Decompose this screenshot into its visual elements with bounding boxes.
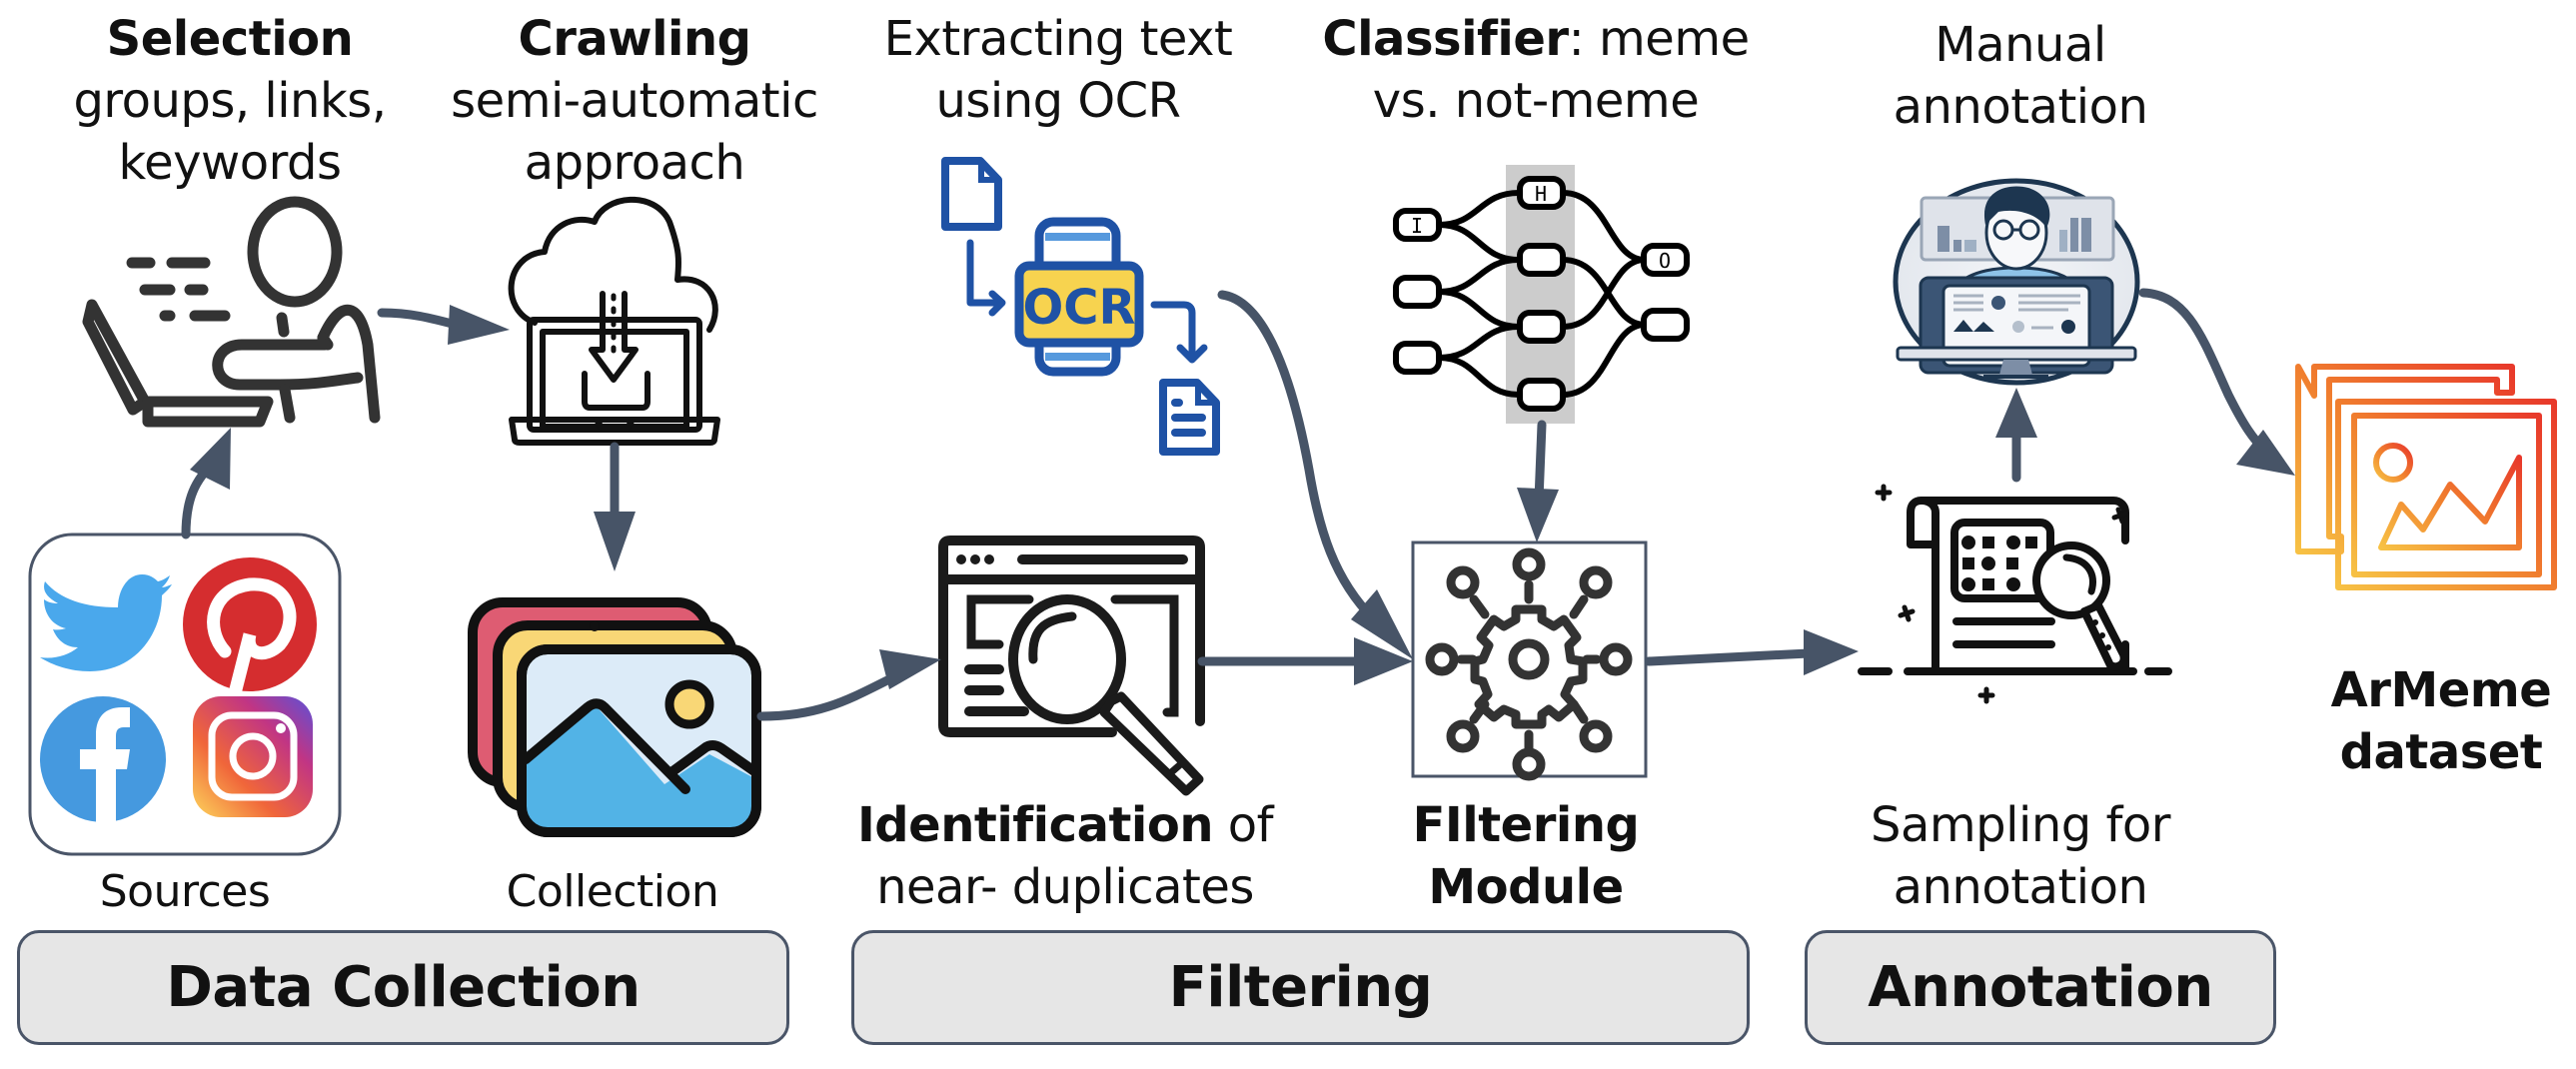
section-annotation-label: Annotation xyxy=(1868,955,2213,1020)
arrow-classifier-to-filtering xyxy=(1517,420,1559,542)
classifier-desc-line1: : meme xyxy=(1568,11,1751,67)
classifier-label: Classifier: meme vs. not-meme xyxy=(1322,8,1751,132)
arrow-sources-to-selection xyxy=(181,428,231,539)
annotator-at-computer-icon xyxy=(1893,178,2140,386)
sampling-line1: Sampling for xyxy=(1871,797,2170,853)
arrow-selection-to-crawling xyxy=(377,305,510,345)
document-magnifier-icon xyxy=(1858,484,2172,704)
nn-hidden-label: H xyxy=(1535,182,1547,206)
arrow-crawling-to-collection xyxy=(594,442,636,571)
near-duplicates-title-rest: of xyxy=(1213,797,1274,853)
manual-annotation-line2: annotation xyxy=(1893,79,2148,135)
selection-desc-line2: keywords xyxy=(118,135,342,191)
near-duplicates-title: Identification xyxy=(856,797,1214,853)
filtering-module-line1: FIltering xyxy=(1412,797,1640,853)
section-filtering-label: Filtering xyxy=(1168,955,1433,1020)
facebook-icon xyxy=(40,696,166,822)
stacked-images-icon xyxy=(468,597,761,837)
dataset-line1: ArMeme xyxy=(2330,662,2552,718)
near-duplicates-label: Identification of near- duplicates xyxy=(856,794,1274,918)
selection-label: Selection groups, links, keywords xyxy=(73,8,387,194)
sampling-line2: annotation xyxy=(1893,859,2148,915)
nn-input-label: I xyxy=(1411,214,1423,238)
sources-box xyxy=(28,533,342,856)
near-duplicates-line2: near- duplicates xyxy=(876,859,1254,915)
crawling-title: Crawling xyxy=(518,11,751,67)
image-stack-gradient-icon xyxy=(2295,364,2557,590)
filtering-module-label: FIltering Module xyxy=(1413,794,1640,918)
pipeline-diagram: OCR I H O xyxy=(28,157,2557,856)
ocr-line1: Extracting text xyxy=(883,11,1233,67)
selection-desc-line1: groups, links, xyxy=(73,73,387,129)
arrow-manual-to-dataset xyxy=(2138,288,2295,476)
pinterest-icon xyxy=(183,557,317,696)
nn-output-label: O xyxy=(1659,249,1671,273)
crawling-label: Crawling semi-automatic approach xyxy=(451,8,818,194)
browser-magnifier-icon xyxy=(938,535,1205,796)
ocr-line2: using OCR xyxy=(935,73,1181,129)
sources-label: Sources xyxy=(99,866,271,917)
cloud-download-laptop-icon xyxy=(508,196,720,446)
ocr-icon-text: OCR xyxy=(1023,280,1136,336)
arrow-filtering-to-sampling xyxy=(1644,629,1859,675)
section-annotation: Annotation xyxy=(1805,930,2276,1045)
sampling-label: Sampling for annotation xyxy=(1871,794,2170,918)
classifier-desc-line2: vs. not-meme xyxy=(1372,73,1700,129)
selection-title: Selection xyxy=(106,11,354,67)
arrow-duplicates-to-filtering xyxy=(1197,637,1413,685)
filtering-module-line2: Module xyxy=(1428,859,1624,915)
collection-label: Collection xyxy=(506,866,719,917)
arrow-ocr-to-filtering xyxy=(1217,290,1413,659)
section-filtering: Filtering xyxy=(851,930,1750,1045)
person-at-laptop-icon xyxy=(82,196,381,428)
dataset-line2: dataset xyxy=(2339,724,2543,780)
ocr-label: Extracting text using OCR xyxy=(884,8,1233,132)
manual-annotation-label: Manual annotation xyxy=(1894,14,2148,138)
section-data-collection-label: Data Collection xyxy=(166,955,641,1020)
section-data-collection: Data Collection xyxy=(17,930,789,1045)
crawling-desc-line2: approach xyxy=(524,135,745,191)
instagram-icon xyxy=(193,696,313,817)
manual-annotation-line1: Manual xyxy=(1934,17,2106,73)
arrow-sampling-to-manual xyxy=(1995,388,2037,483)
gear-network-icon xyxy=(1411,540,1648,781)
dataset-label: ArMeme dataset xyxy=(2331,659,2552,783)
neural-network-icon: I H O xyxy=(1393,165,1690,424)
arrow-collection-to-duplicates xyxy=(756,649,941,721)
classifier-title: Classifier xyxy=(1322,11,1569,67)
ocr-scanner-icon: OCR xyxy=(941,157,1220,456)
crawling-desc-line1: semi-automatic xyxy=(451,73,818,129)
